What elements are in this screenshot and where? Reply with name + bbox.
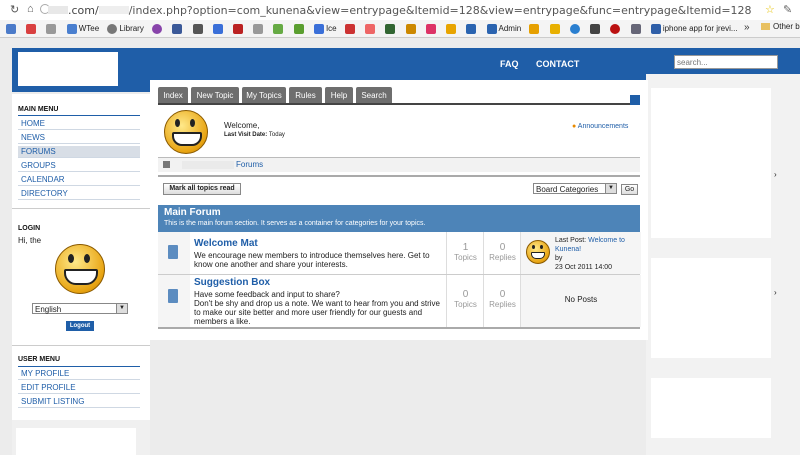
bookmark-icon[interactable] [365, 20, 377, 37]
go-button[interactable]: Go [621, 184, 638, 195]
tab-help[interactable]: Help [325, 87, 353, 104]
topics-count: 0 [462, 289, 469, 300]
main-menu-title: MAIN MENU [18, 106, 59, 113]
menu-item-submit-listing[interactable]: SUBMIT LISTING [18, 396, 140, 408]
replies-count: 0 [499, 289, 506, 300]
topics-count: 1 [462, 242, 469, 253]
bookmark-icon[interactable] [273, 20, 285, 37]
url-field[interactable]: .com//index.php?option=com_kunena&view=e… [48, 4, 752, 17]
bookmark-icon[interactable] [293, 20, 306, 37]
bookmark-icon[interactable] [233, 20, 245, 37]
reload-icon[interactable]: ↻ [10, 3, 19, 16]
bookmark-icon[interactable] [425, 20, 438, 37]
menu-item-news[interactable]: NEWS [18, 132, 140, 144]
bullet-icon: ● [572, 123, 577, 130]
bookmark-icon[interactable] [344, 20, 357, 37]
bookmark-icon[interactable] [549, 20, 562, 37]
avatar [526, 240, 550, 264]
bookmark-icon[interactable] [212, 20, 225, 37]
breadcrumb: Forums [158, 158, 640, 172]
forum-title[interactable]: Welcome Mat [194, 238, 258, 249]
last-post: Last Post: Welcome to Kunena! by 23 Oct … [520, 232, 641, 274]
bookmark-icon[interactable] [569, 20, 582, 37]
forum-description: Have some feedback and input to share? Do… [194, 290, 440, 326]
search-input[interactable] [674, 55, 778, 69]
mark-all-read-button[interactable]: Mark all topics read [163, 183, 241, 195]
category-description: This is the main forum section. It serve… [164, 220, 426, 227]
avatar [55, 244, 105, 294]
tab-index[interactable]: Index [158, 87, 188, 104]
address-bar: ↻ ⌂ .com//index.php?option=com_kunena&vi… [0, 0, 800, 21]
chevron-down-icon: ▼ [116, 304, 127, 313]
forum-icon [168, 245, 178, 259]
login-title: LOGIN [18, 225, 41, 232]
tab-new-topic[interactable]: New Topic [191, 87, 239, 104]
welcome-text: Welcome, [224, 121, 260, 130]
bookmark-icon[interactable] [26, 20, 38, 37]
bookmarks-bar: WTee Library Ice Admin iphone app for jr… [0, 20, 800, 38]
user-menu-title: USER MENU [18, 356, 61, 363]
user-avatar [164, 110, 208, 154]
chevron-down-icon: ▼ [605, 184, 616, 193]
bookmark-ice[interactable]: Ice [313, 20, 337, 37]
forum-icon [163, 161, 170, 168]
category-title[interactable]: Main Forum [164, 207, 221, 218]
bookmark-icon[interactable] [405, 20, 418, 37]
bookmark-icon[interactable] [529, 20, 541, 37]
bookmark-icon[interactable] [466, 20, 478, 37]
last-post-date: 23 Oct 2011 14:00 [555, 264, 613, 271]
menu-item-calendar[interactable]: CALENDAR [18, 174, 140, 186]
logout-button[interactable]: Logout [66, 321, 94, 331]
menu-item-groups[interactable]: GROUPS [18, 160, 140, 172]
wrench-icon[interactable]: ✎ [783, 3, 792, 16]
right-column [646, 48, 800, 455]
bookmark-admin[interactable]: Admin [486, 20, 521, 37]
no-posts-label: No Posts [564, 295, 598, 304]
menu-item-my-profile[interactable]: MY PROFILE [18, 368, 140, 380]
bookmark-icon[interactable] [192, 20, 205, 37]
bookmark-star-icon[interactable]: ☆ [765, 3, 775, 16]
bookmark-icon[interactable] [630, 20, 643, 37]
table-row: Suggestion Box Have some feedback and in… [158, 275, 641, 329]
bookmark-icon[interactable] [385, 20, 397, 37]
last-visit: Last Visit Date: Today [224, 132, 285, 138]
table-row: Welcome Mat We encourage new members to … [158, 232, 641, 275]
bookmark-icon[interactable] [6, 20, 18, 37]
menu-item-edit-profile[interactable]: EDIT PROFILE [18, 382, 140, 394]
faq-link[interactable]: FAQ [500, 59, 519, 69]
bookmark-icon[interactable] [610, 20, 622, 37]
forum-description: We encourage new members to introduce th… [194, 251, 430, 269]
bookmark-wtee[interactable]: WTee [66, 20, 99, 37]
menu-item-home[interactable]: HOME [18, 118, 140, 130]
login-greeting: Hi, the [18, 236, 42, 245]
forum-title[interactable]: Suggestion Box [194, 277, 270, 288]
other-bookmarks[interactable]: Other b [761, 22, 800, 31]
site-logo [18, 52, 118, 86]
tab-rules[interactable]: Rules [289, 87, 322, 104]
facebook-icon[interactable] [172, 20, 184, 37]
board-categories-select[interactable]: Board Categories ▼ [533, 183, 617, 194]
bookmark-library[interactable]: Library [107, 20, 144, 37]
forum-icon [168, 289, 178, 303]
replies-count: 0 [499, 242, 506, 253]
bookmark-iphone-app[interactable]: iphone app for jrevi... [650, 20, 738, 37]
more-bookmarks-chevron[interactable]: » [744, 22, 750, 33]
folder-icon [761, 23, 770, 30]
breadcrumb-forums[interactable]: Forums [236, 160, 263, 169]
menu-item-directory[interactable]: DIRECTORY [18, 188, 140, 200]
bookmark-icon[interactable] [46, 20, 58, 37]
language-select[interactable]: English ▼ [32, 303, 128, 314]
menu-item-forums[interactable]: FORUMS [18, 146, 140, 158]
bookmark-icon[interactable] [253, 20, 265, 37]
announcements-link[interactable]: ● Announcements [572, 123, 628, 130]
bookmark-icon[interactable] [590, 20, 602, 37]
category-header: Main Forum This is the main forum sectio… [158, 205, 640, 232]
peace-icon[interactable] [152, 20, 164, 37]
tab-my-topics[interactable]: My Topics [242, 87, 286, 104]
bookmark-icon[interactable] [446, 20, 458, 37]
home-icon[interactable]: ⌂ [27, 3, 34, 15]
contact-link[interactable]: CONTACT [536, 59, 579, 69]
tab-search[interactable]: Search [356, 87, 392, 104]
